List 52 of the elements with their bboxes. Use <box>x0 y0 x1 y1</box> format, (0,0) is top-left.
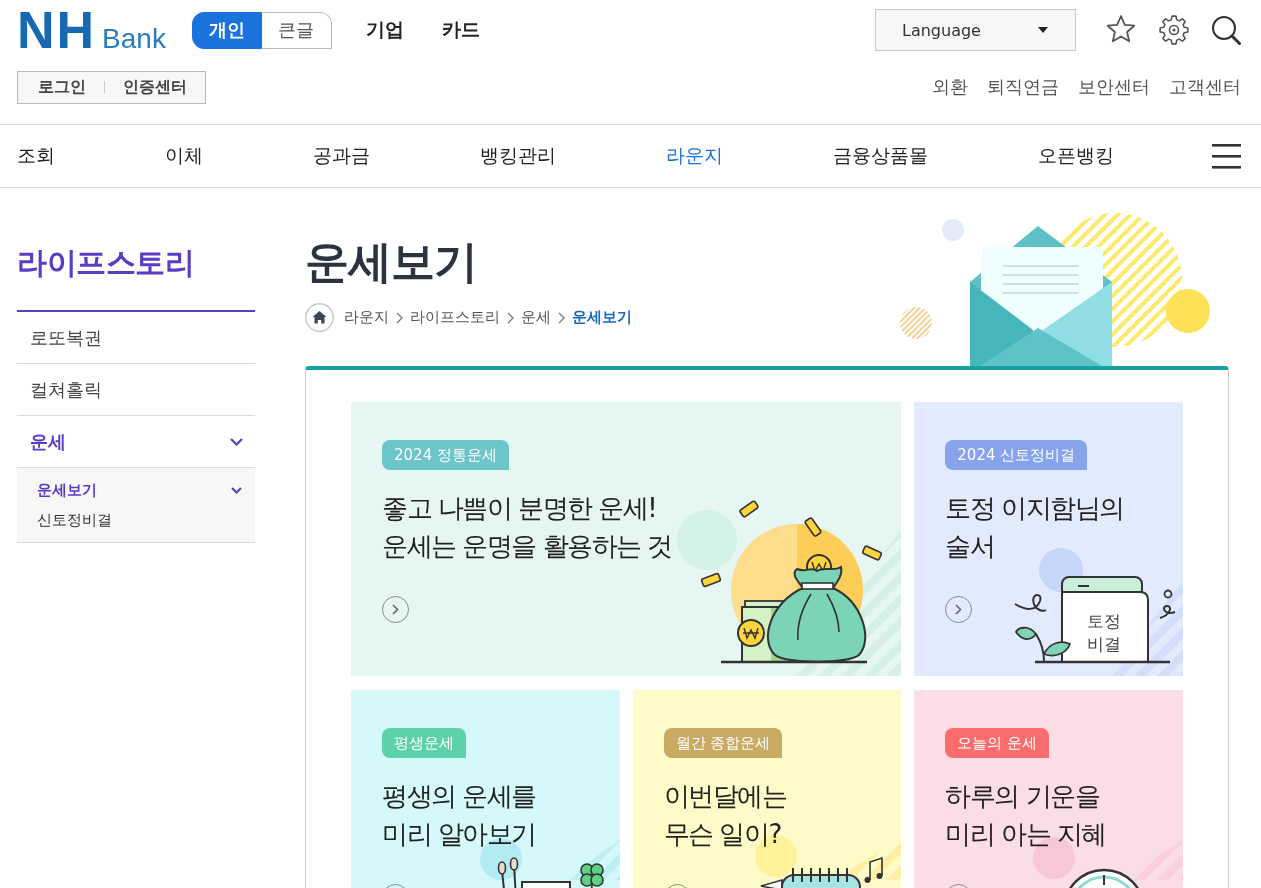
utility-link[interactable]: 고객센터 <box>1169 75 1241 99</box>
chevron-down-icon <box>230 437 243 446</box>
main-nav-item[interactable]: 이체 <box>165 143 203 169</box>
main-nav-item[interactable]: 오픈뱅킹 <box>1038 143 1114 169</box>
mode-tab[interactable]: 큰글 <box>261 11 332 49</box>
utility-link[interactable]: 외환 <box>932 75 968 99</box>
menu-icon[interactable] <box>1212 143 1241 169</box>
breadcrumb-link[interactable]: 라운지 <box>344 308 389 327</box>
search-icon[interactable] <box>1211 15 1241 45</box>
main-nav-item[interactable]: 조회 <box>17 143 55 169</box>
category-tag: 월간 종합운세 <box>663 728 783 758</box>
language-select[interactable]: Language <box>875 9 1076 51</box>
main-nav-item[interactable]: 뱅킹관리 <box>480 143 556 169</box>
chevron-right-icon <box>392 604 399 615</box>
breadcrumb-link[interactable]: 운세 <box>521 308 551 327</box>
page-title: 운세보기 <box>305 235 478 289</box>
utility-link[interactable]: 보안센터 <box>1078 75 1150 99</box>
category-tag: 평생운세 <box>382 728 466 758</box>
chevron-right-icon <box>955 604 963 615</box>
category-tag: 오늘의 운세 <box>945 728 1050 758</box>
breadcrumb-link[interactable]: 라이프스토리 <box>410 308 500 327</box>
chevron-right-icon <box>396 311 403 324</box>
book-cover-text: 토정 비결 <box>1086 610 1122 656</box>
utility-link[interactable]: 퇴직연금 <box>987 75 1059 99</box>
main-nav-item[interactable]: 금융상품몰 <box>833 143 928 169</box>
top-nav-link[interactable]: 기업 <box>365 17 404 43</box>
category-tag: 2024 신토정비결 <box>945 440 1088 470</box>
sidebar-subitem[interactable]: 운세보기 <box>37 475 242 505</box>
caret-down-icon <box>1038 27 1048 33</box>
account-link[interactable]: 인증센터 <box>123 76 187 98</box>
top-nav-link[interactable]: 카드 <box>441 17 480 43</box>
sidebar-title: 라이프스토리 <box>17 244 195 281</box>
bank-logo[interactable]: NH Bank <box>17 4 166 56</box>
breadcrumb-link[interactable]: 운세보기 <box>572 308 632 327</box>
home-icon[interactable] <box>305 303 334 332</box>
card-headline: 평생의 운세를 미리 알아보기 <box>382 780 537 851</box>
sidebar-item[interactable]: 로또복권 <box>17 312 255 364</box>
card-headline: 이번달에는 무슨 일이? <box>663 780 788 851</box>
category-tag: 2024 정통운세 <box>382 440 509 470</box>
card-headline: 토정 이지함님의 술서 <box>945 492 1125 563</box>
mode-tab[interactable]: 개인 <box>191 11 262 49</box>
account-link[interactable]: 로그인 <box>38 76 86 98</box>
main-nav-item[interactable]: 공과금 <box>313 143 370 169</box>
chevron-down-icon <box>231 486 242 494</box>
settings-icon[interactable] <box>1158 14 1190 46</box>
chevron-right-icon <box>558 311 565 324</box>
card-headline: 좋고 나쁨이 분명한 운세! 운세는 운명을 활용하는 것 <box>382 492 673 563</box>
sidebar-subitem[interactable]: 신토정비결 <box>37 505 242 535</box>
card-headline: 하루의 기운을 미리 아는 지혜 <box>945 780 1107 851</box>
chevron-right-icon <box>507 311 514 324</box>
main-nav-item[interactable]: 라운지 <box>666 143 723 169</box>
sidebar-item[interactable]: 컬쳐홀릭 <box>17 364 255 416</box>
